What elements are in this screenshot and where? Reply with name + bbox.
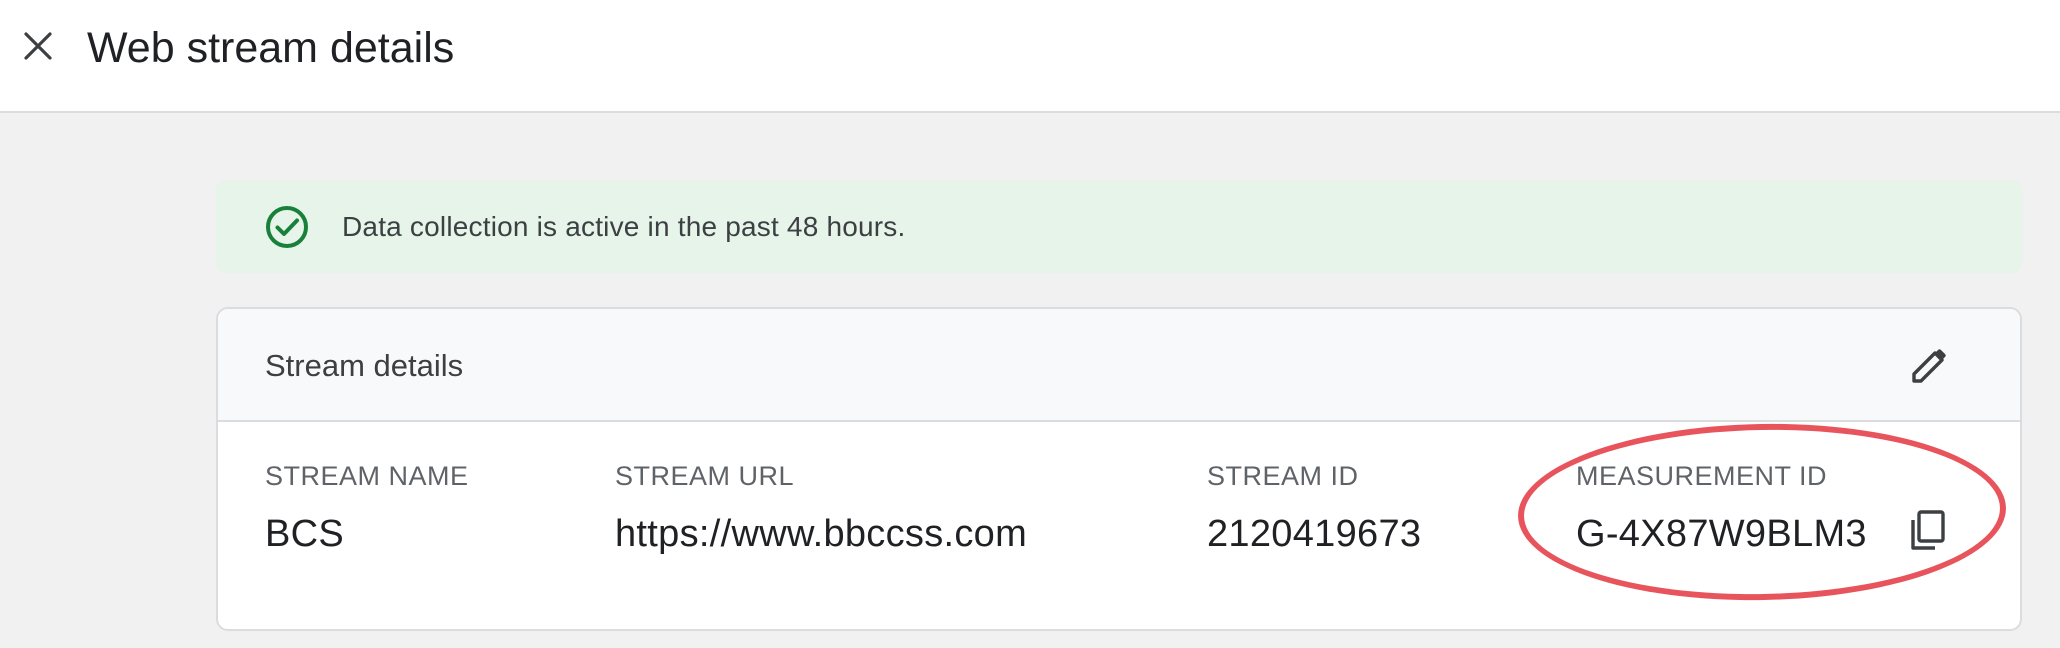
stream-name-field: STREAM NAME BCS (265, 459, 469, 557)
card-header: Stream details (218, 309, 2020, 422)
status-banner: Data collection is active in the past 48… (216, 180, 2022, 273)
close-button[interactable] (16, 24, 60, 68)
stream-details-card: Stream details STREAM NAME BCS STREAM UR… (216, 307, 2022, 631)
check-circle-icon (266, 206, 308, 248)
stream-name-value: BCS (265, 513, 345, 555)
top-app-bar: Web stream details (0, 0, 2060, 113)
stream-id-value: 2120419673 (1207, 513, 1422, 555)
stream-name-label: STREAM NAME (265, 461, 469, 491)
measurement-id-label: MEASUREMENT ID (1576, 461, 1828, 491)
status-banner-text: Data collection is active in the past 48… (342, 211, 906, 242)
stream-id-field: STREAM ID 2120419673 (1207, 459, 1421, 557)
measurement-id-value[interactable]: G-4X87W9BLM3 (1576, 511, 1867, 557)
pencil-icon (1912, 349, 1946, 383)
edit-button[interactable] (1906, 343, 1952, 389)
stream-url-label: STREAM URL (615, 461, 795, 491)
stream-id-label: STREAM ID (1207, 461, 1359, 491)
card-title: Stream details (265, 348, 464, 383)
stream-url-value: https://www.bbccss.com (615, 513, 1028, 555)
page-title: Web stream details (87, 24, 455, 72)
copy-measurement-id-button[interactable] (1902, 505, 1952, 555)
copy-icon (1911, 510, 1945, 550)
stream-url-field: STREAM URL https://www.bbccss.com (615, 459, 1027, 557)
close-icon (24, 32, 52, 60)
measurement-id-field: MEASUREMENT ID G-4X87W9BLM3 (1576, 459, 1867, 557)
